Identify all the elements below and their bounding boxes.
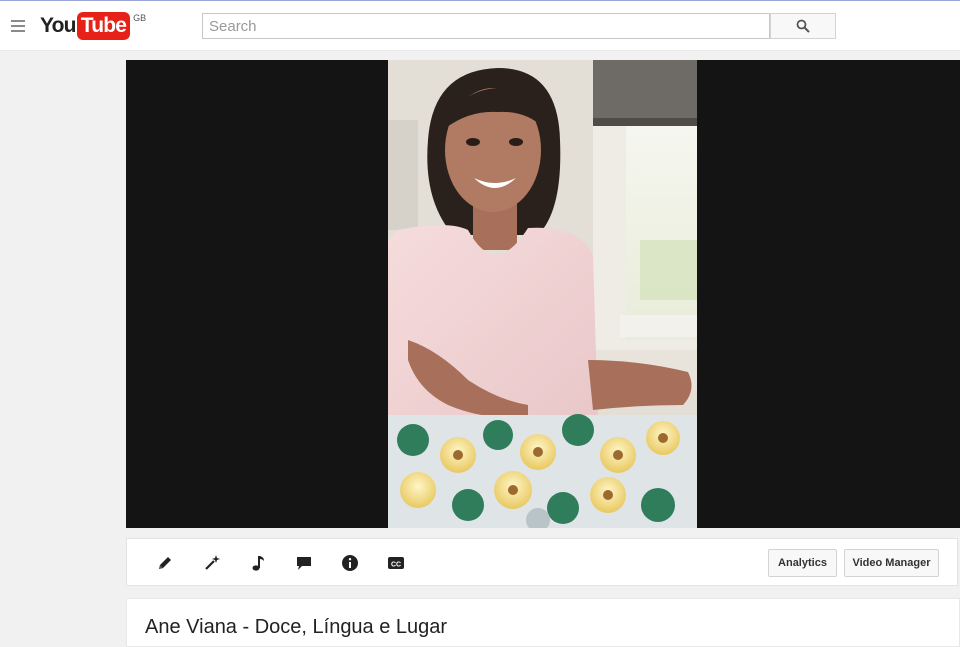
video-frame-image [388, 60, 697, 528]
video-frame [388, 60, 697, 528]
comment-icon[interactable] [294, 553, 314, 573]
region-label: GB [133, 13, 147, 23]
search-button[interactable] [770, 13, 836, 39]
video-manager-button[interactable]: Video Manager [844, 549, 939, 577]
logo-tube-text: Tube [76, 12, 131, 40]
youtube-logo[interactable]: You Tube GB [40, 12, 146, 42]
captions-icon[interactable]: CC [386, 553, 406, 573]
pencil-icon[interactable] [155, 553, 175, 573]
logo-you-text: You [40, 14, 77, 37]
analytics-button[interactable]: Analytics [768, 549, 837, 577]
video-info-card: Ane Viana - Doce, Língua e Lugar [126, 598, 960, 647]
magic-wand-icon[interactable] [202, 553, 222, 573]
search-input[interactable] [202, 13, 770, 39]
svg-text:CC: CC [391, 561, 401, 568]
info-icon[interactable] [340, 553, 360, 573]
masthead: You Tube GB [0, 1, 960, 51]
video-title: Ane Viana - Doce, Língua e Lugar [145, 616, 448, 638]
editor-toolbar: CC Analytics Video Manager [126, 538, 958, 586]
music-note-icon[interactable] [248, 553, 268, 573]
hamburger-menu-icon[interactable] [11, 20, 25, 32]
search-icon [796, 19, 810, 33]
video-player[interactable] [126, 60, 960, 528]
